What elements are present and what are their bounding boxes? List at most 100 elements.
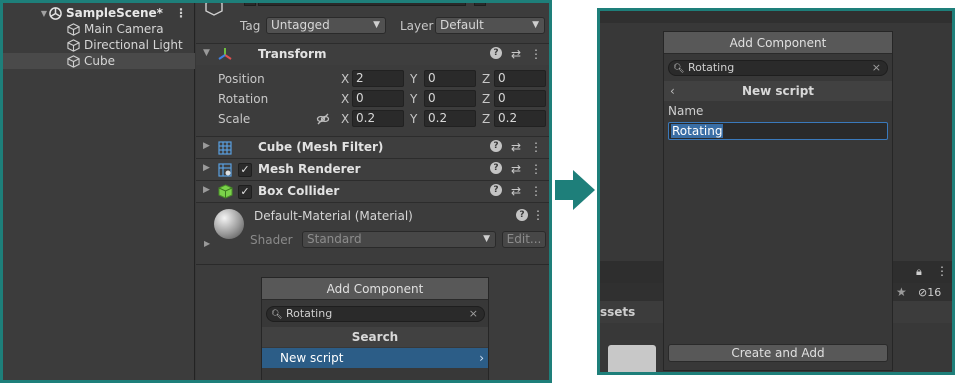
material-preview-sphere <box>214 209 244 239</box>
component-menu-icon[interactable]: ⋮ <box>530 184 542 198</box>
chevron-right-icon: › <box>479 351 484 365</box>
clear-search-icon[interactable]: × <box>872 61 881 75</box>
static-checkbox[interactable] <box>474 3 486 6</box>
tag-dropdown[interactable]: Untagged ▼ <box>266 17 386 34</box>
position-x-field[interactable]: 2 <box>352 70 404 87</box>
axis-y-label: Y <box>410 112 418 126</box>
preset-icon[interactable]: ⇄ <box>511 162 521 176</box>
search-section-title: Search <box>262 327 488 347</box>
hierarchy-item-label: Cube <box>84 54 115 68</box>
list-item-label: New script <box>280 351 344 365</box>
divider <box>196 264 549 265</box>
gameobject-cube-icon <box>67 38 80 52</box>
clear-search-icon[interactable]: × <box>469 307 478 321</box>
rotation-x-field[interactable]: 0 <box>352 90 404 107</box>
lock-icon[interactable]: 🔒︎ <box>916 265 922 279</box>
hidden-count[interactable]: ⊘16 <box>918 286 941 299</box>
add-component-popup: Add Component 🔍︎ Rotating × New script ‹… <box>663 31 893 371</box>
axis-x-label: X <box>341 72 350 86</box>
field-label: Scale <box>218 112 251 126</box>
rotation-y-field[interactable]: 0 <box>424 90 476 107</box>
search-input[interactable]: 🔍︎ Rotating × <box>668 60 888 76</box>
component-title: Transform <box>258 47 327 61</box>
search-icon: 🔍︎ <box>673 64 685 74</box>
help-icon[interactable]: ? <box>516 209 528 221</box>
fold-arrow-icon[interactable]: ▶ <box>203 163 210 173</box>
constrain-proportions-icon[interactable] <box>316 112 330 126</box>
box-collider-header[interactable]: ▶ ✓ Box Collider ? ⇄ ⋮ <box>196 180 549 202</box>
edit-shader-button[interactable]: Edit... <box>502 231 546 248</box>
component-menu-icon[interactable]: ⋮ <box>530 140 542 154</box>
folder-icon[interactable] <box>608 345 656 372</box>
position-y-field[interactable]: 0 <box>424 70 476 87</box>
gameobject-name-field[interactable] <box>258 3 466 6</box>
fold-arrow-icon[interactable]: ▶ <box>203 185 210 195</box>
enabled-checkbox[interactable]: ✓ <box>238 185 252 199</box>
fold-arrow-icon[interactable]: ▶ <box>204 239 210 248</box>
hierarchy-item-label: Directional Light <box>84 38 183 52</box>
component-title: Cube (Mesh Filter) <box>258 140 384 154</box>
material-title: Default-Material (Material) <box>254 209 413 223</box>
scene-name: SampleScene* <box>66 6 163 20</box>
transform-icon <box>218 48 232 60</box>
position-z-field[interactable]: 0 <box>494 70 546 87</box>
scale-row: Scale X 0.2 Y 0.2 Z 0.2 <box>196 109 549 129</box>
gameobject-icon <box>205 3 223 16</box>
preset-icon[interactable]: ⇄ <box>511 47 521 61</box>
eye-slash-icon: ⊘ <box>918 286 928 299</box>
script-name-input[interactable]: Rotating <box>668 122 888 140</box>
field-label: Rotation <box>218 92 269 106</box>
hidden-count-value: 16 <box>927 286 942 299</box>
list-item-new-script[interactable]: New script › <box>262 348 488 368</box>
preset-icon[interactable]: ⇄ <box>511 184 521 198</box>
panel-menu-icon[interactable]: ⋮ <box>936 264 948 278</box>
hierarchy-item-label: Main Camera <box>84 22 164 36</box>
expand-arrow-icon[interactable]: ▼ <box>39 9 49 18</box>
axis-x-label: X <box>341 112 350 126</box>
favorite-star-icon[interactable]: ★ <box>896 285 907 299</box>
layer-label: Layer <box>400 19 434 33</box>
scene-row[interactable]: ▼ SampleScene* ⋮ <box>3 5 195 21</box>
add-component-button[interactable]: Add Component <box>262 278 488 300</box>
mesh-renderer-header[interactable]: ▶ ✓ Mesh Renderer ? ⇄ ⋮ <box>196 158 549 180</box>
scene-menu-icon[interactable]: ⋮ <box>175 6 187 20</box>
help-icon[interactable]: ? <box>489 47 502 59</box>
transition-arrow-icon <box>555 170 595 210</box>
new-script-title: New script ‹ <box>664 81 892 101</box>
rotation-z-field[interactable]: 0 <box>494 90 546 107</box>
fold-arrow-icon[interactable]: ▶ <box>203 141 210 151</box>
material-menu-icon[interactable]: ⋮ <box>532 208 544 222</box>
search-input[interactable]: 🔍︎ Rotating × <box>266 306 485 322</box>
gameobject-cube-icon <box>67 22 80 36</box>
help-icon[interactable]: ? <box>489 162 502 174</box>
box-collider-icon <box>218 184 233 199</box>
gameobject-cube-icon <box>67 54 80 68</box>
scale-y-field[interactable]: 0.2 <box>424 110 476 127</box>
fold-arrow-icon[interactable]: ▼ <box>203 48 210 58</box>
component-menu-icon[interactable]: ⋮ <box>530 162 542 176</box>
scale-x-field[interactable]: 0.2 <box>352 110 404 127</box>
preset-icon[interactable]: ⇄ <box>511 140 521 154</box>
back-chevron-icon[interactable]: ‹ <box>670 81 675 101</box>
layer-dropdown[interactable]: Default ▼ <box>435 17 545 34</box>
transform-header[interactable]: ▼ Transform ? ⇄ ⋮ <box>196 43 549 65</box>
add-component-button[interactable]: Add Component <box>664 32 892 54</box>
search-icon: 🔍︎ <box>271 310 283 320</box>
enabled-checkbox[interactable]: ✓ <box>238 163 252 177</box>
scale-z-field[interactable]: 0.2 <box>494 110 546 127</box>
hierarchy-item[interactable]: Directional Light <box>3 37 195 53</box>
help-icon[interactable]: ? <box>489 184 502 196</box>
hierarchy-item-selected[interactable]: Cube <box>3 53 195 69</box>
hierarchy-item[interactable]: Main Camera <box>3 21 195 37</box>
script-name-value: Rotating <box>671 124 724 138</box>
shader-dropdown[interactable]: Standard ▼ <box>302 231 496 248</box>
component-menu-icon[interactable]: ⋮ <box>530 47 542 61</box>
active-checkbox[interactable] <box>244 3 256 6</box>
component-title: Mesh Renderer <box>258 162 361 176</box>
axis-z-label: Z <box>482 92 491 106</box>
toolbar-strip <box>600 11 952 23</box>
mesh-filter-header[interactable]: ▶ Cube (Mesh Filter) ? ⇄ ⋮ <box>196 136 549 158</box>
assets-breadcrumb[interactable]: ssets <box>600 305 635 319</box>
help-icon[interactable]: ? <box>489 140 502 152</box>
create-and-add-button[interactable]: Create and Add <box>668 344 888 362</box>
